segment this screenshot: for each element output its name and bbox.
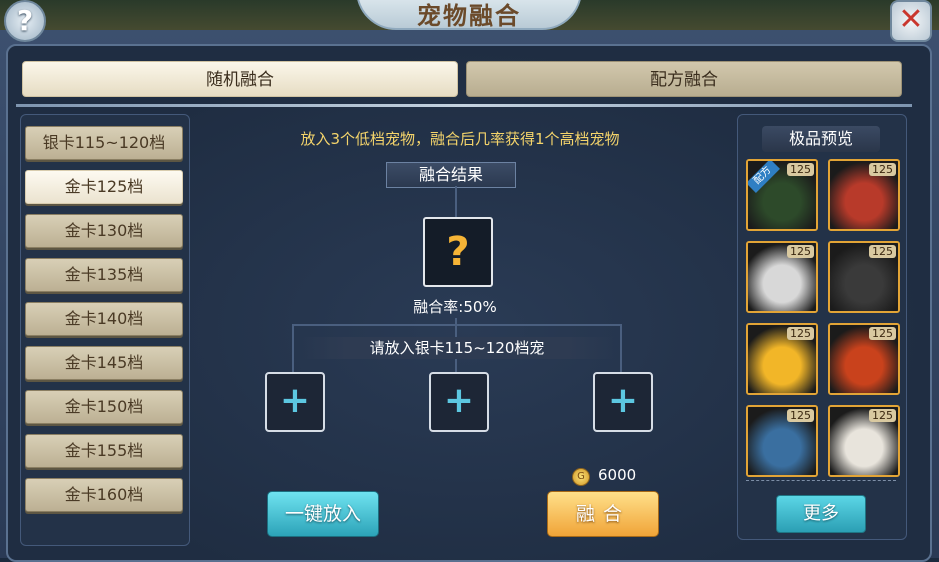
tab-recipe-fusion[interactable]: 配方融合	[466, 61, 902, 97]
cost-value: 6000	[598, 466, 637, 484]
pet-level: 125	[787, 163, 814, 176]
window-title: 宠物融合	[417, 2, 521, 30]
pet-level: 125	[869, 245, 896, 258]
slot-prompt: 请放入银卡115~120档宠	[300, 337, 614, 359]
category-button[interactable]: 金卡140档	[25, 302, 183, 336]
connector-line	[292, 324, 294, 372]
more-button[interactable]: 更多	[776, 495, 866, 533]
category-button[interactable]: 金卡135档	[25, 258, 183, 292]
pet-level: 125	[787, 245, 814, 258]
connector-line	[455, 186, 457, 217]
fuse-button[interactable]: 融合	[547, 491, 659, 537]
title-banner: 宠物融合	[356, 0, 582, 30]
category-button[interactable]: 金卡125档	[25, 170, 183, 204]
category-button[interactable]: 金卡155档	[25, 434, 183, 468]
pet-card[interactable]: 125	[828, 405, 900, 477]
plus-icon: +	[279, 380, 311, 421]
category-button[interactable]: 银卡115~120档	[25, 126, 183, 160]
category-button[interactable]: 金卡145档	[25, 346, 183, 380]
fusion-cost: G 6000	[572, 466, 662, 486]
result-label: 融合结果	[386, 162, 516, 188]
pet-card[interactable]: 125	[746, 323, 818, 395]
tab-random-fusion[interactable]: 随机融合	[22, 61, 458, 97]
pet-card[interactable]: 125	[746, 241, 818, 313]
connector-line	[620, 324, 622, 372]
help-icon[interactable]: ?	[4, 0, 46, 42]
pet-card[interactable]: 125	[828, 241, 900, 313]
connector-line	[292, 324, 622, 326]
pet-level: 125	[869, 409, 896, 422]
category-button[interactable]: 金卡130档	[25, 214, 183, 248]
pet-slot[interactable]: +	[429, 372, 489, 432]
close-icon[interactable]: ✕	[890, 0, 932, 42]
pet-level: 125	[869, 327, 896, 340]
pet-slot[interactable]: +	[265, 372, 325, 432]
category-button[interactable]: 金卡150档	[25, 390, 183, 424]
category-button[interactable]: 金卡160档	[25, 478, 183, 512]
pet-level: 125	[787, 327, 814, 340]
plus-icon: +	[607, 380, 639, 421]
divider	[16, 104, 912, 107]
fusion-rate: 融合率:50%	[413, 298, 497, 316]
pet-card[interactable]: 125	[828, 159, 900, 231]
plus-icon: +	[443, 380, 475, 421]
pet-level: 125	[787, 409, 814, 422]
pet-card[interactable]: 125	[746, 405, 818, 477]
pet-slot[interactable]: +	[593, 372, 653, 432]
question-icon: ?	[446, 229, 470, 275]
pet-card[interactable]: 125	[828, 323, 900, 395]
pet-level: 125	[869, 163, 896, 176]
pet-card[interactable]: 125 配方	[746, 159, 818, 231]
fusion-hint: 放入3个低档宠物，融合后几率获得1个高档宠物	[300, 130, 620, 148]
one-key-place-button[interactable]: 一键放入	[267, 491, 379, 537]
divider	[746, 480, 896, 482]
preview-title: 极品预览	[762, 126, 880, 152]
result-slot[interactable]: ?	[423, 217, 493, 287]
coin-icon: G	[572, 468, 590, 486]
